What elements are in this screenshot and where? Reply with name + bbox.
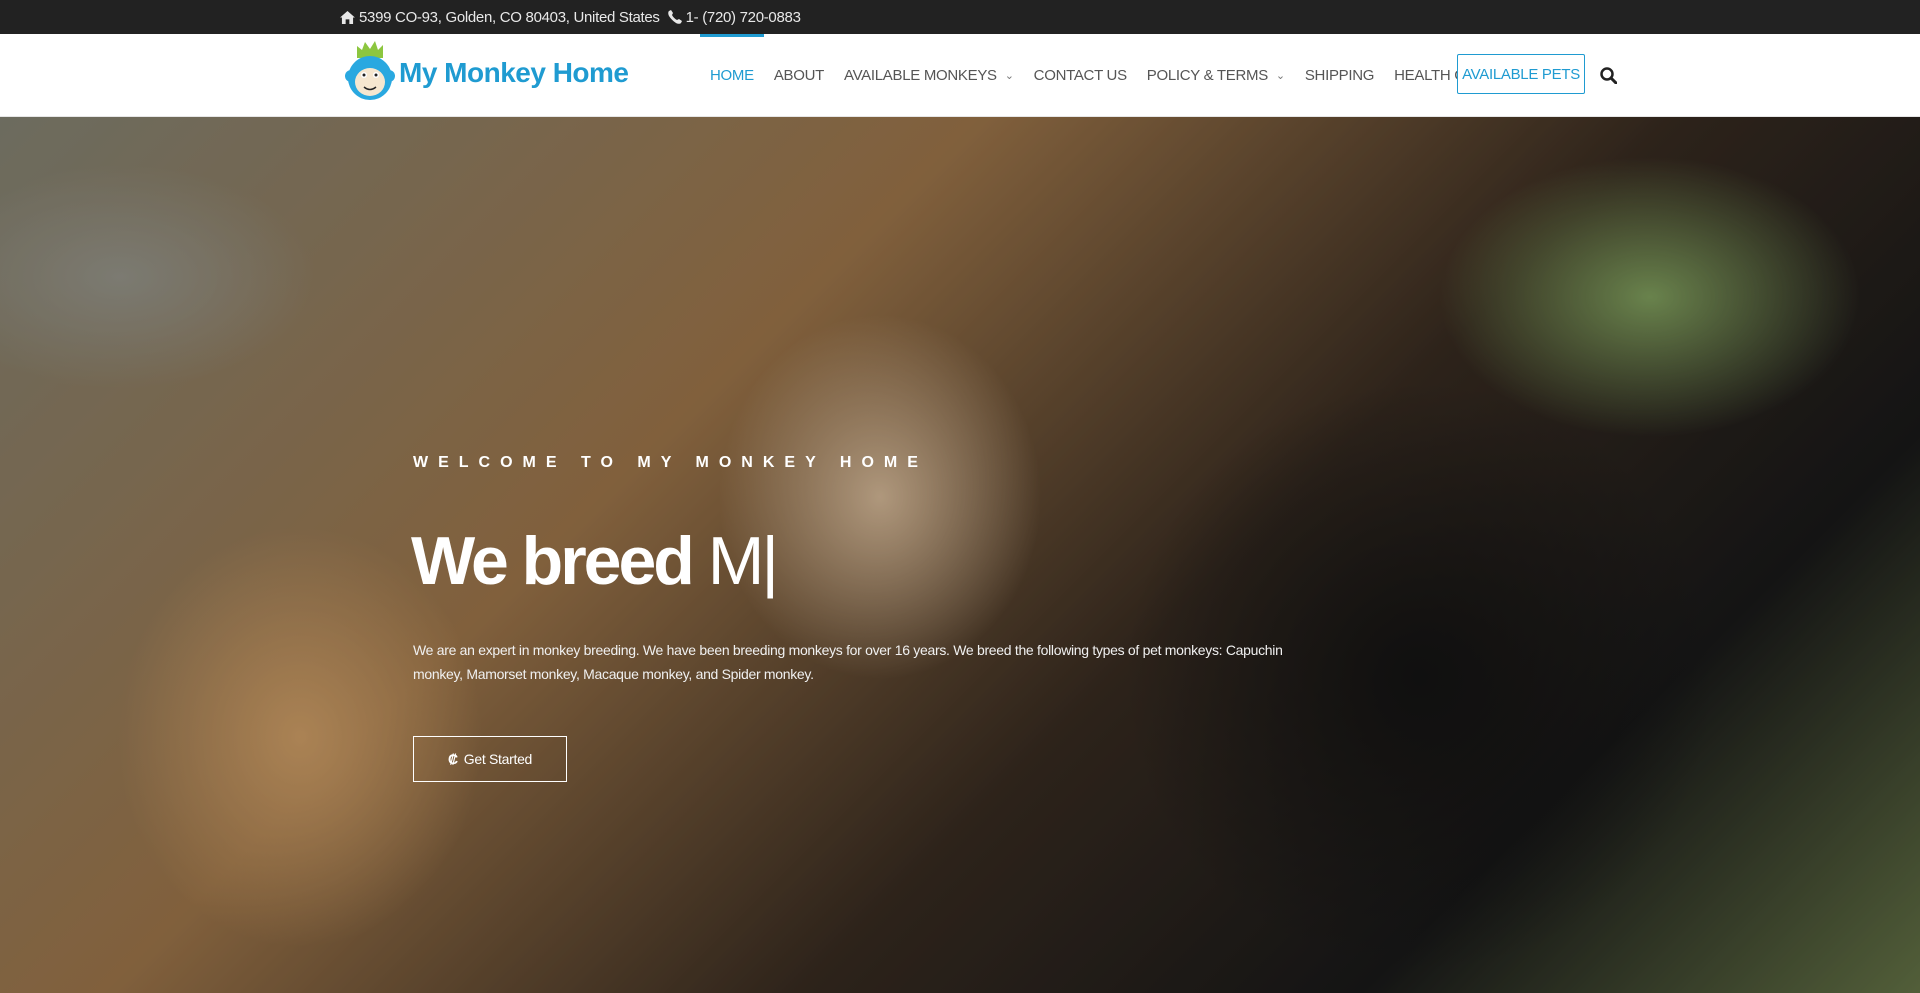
top-bar: 5399 CO-93, Golden, CO 80403, United Sta… <box>0 0 1920 34</box>
nav-contact-us-label: CONTACT US <box>1033 66 1127 84</box>
available-pets-button[interactable]: AVAILABLE PETS <box>1457 54 1585 94</box>
get-started-button[interactable]: ₡ Get Started <box>413 736 567 782</box>
hero-title-strong: We breed <box>411 523 695 599</box>
chevron-c-icon: ₡ <box>447 751 458 767</box>
nav-policy-terms[interactable]: POLICY & TERMS ⌄ <box>1137 34 1295 116</box>
hero-title: We breed M| <box>411 527 779 595</box>
hero-section: WELCOME TO MY MONKEY HOME We breed M| We… <box>0 117 1920 993</box>
nav-home[interactable]: HOME <box>700 34 764 116</box>
hero-description: We are an expert in monkey breeding. We … <box>413 642 1283 682</box>
nav-about-label: ABOUT <box>773 66 824 84</box>
nav-shipping[interactable]: SHIPPING <box>1295 34 1384 116</box>
logo-text: My Monkey Home <box>399 57 629 88</box>
nav-contact-us[interactable]: CONTACT US <box>1024 34 1137 116</box>
chevron-down-icon: ⌄ <box>1004 69 1014 82</box>
hero-title-typed: M| <box>707 523 779 599</box>
phone-icon <box>667 10 682 24</box>
nav-available-monkeys-label: AVAILABLE MONKEYS <box>844 66 997 84</box>
nav-available-monkeys[interactable]: AVAILABLE MONKEYS ⌄ <box>834 34 1024 116</box>
chevron-down-icon: ⌄ <box>1275 69 1285 82</box>
home-icon <box>340 10 355 24</box>
nav-about[interactable]: ABOUT <box>764 34 834 116</box>
phone-link[interactable]: 1- (720) 720-0883 <box>686 9 801 26</box>
search-icon[interactable] <box>1591 34 1627 116</box>
nav-shipping-label: SHIPPING <box>1304 66 1375 84</box>
hero-kicker: WELCOME TO MY MONKEY HOME <box>413 454 928 471</box>
nav-home-label: HOME <box>710 66 754 84</box>
nav-policy-terms-label: POLICY & TERMS <box>1146 66 1268 84</box>
site-header: My Monkey Home HOME ABOUT AVAILABLE MONK… <box>0 34 1920 117</box>
get-started-label: Get Started <box>463 751 533 767</box>
address-text: 5399 CO-93, Golden, CO 80403, United Sta… <box>359 8 660 26</box>
monkey-logo-icon <box>345 40 395 107</box>
hero-image-overlay <box>0 117 1920 993</box>
site-logo[interactable]: My Monkey Home <box>345 40 629 106</box>
